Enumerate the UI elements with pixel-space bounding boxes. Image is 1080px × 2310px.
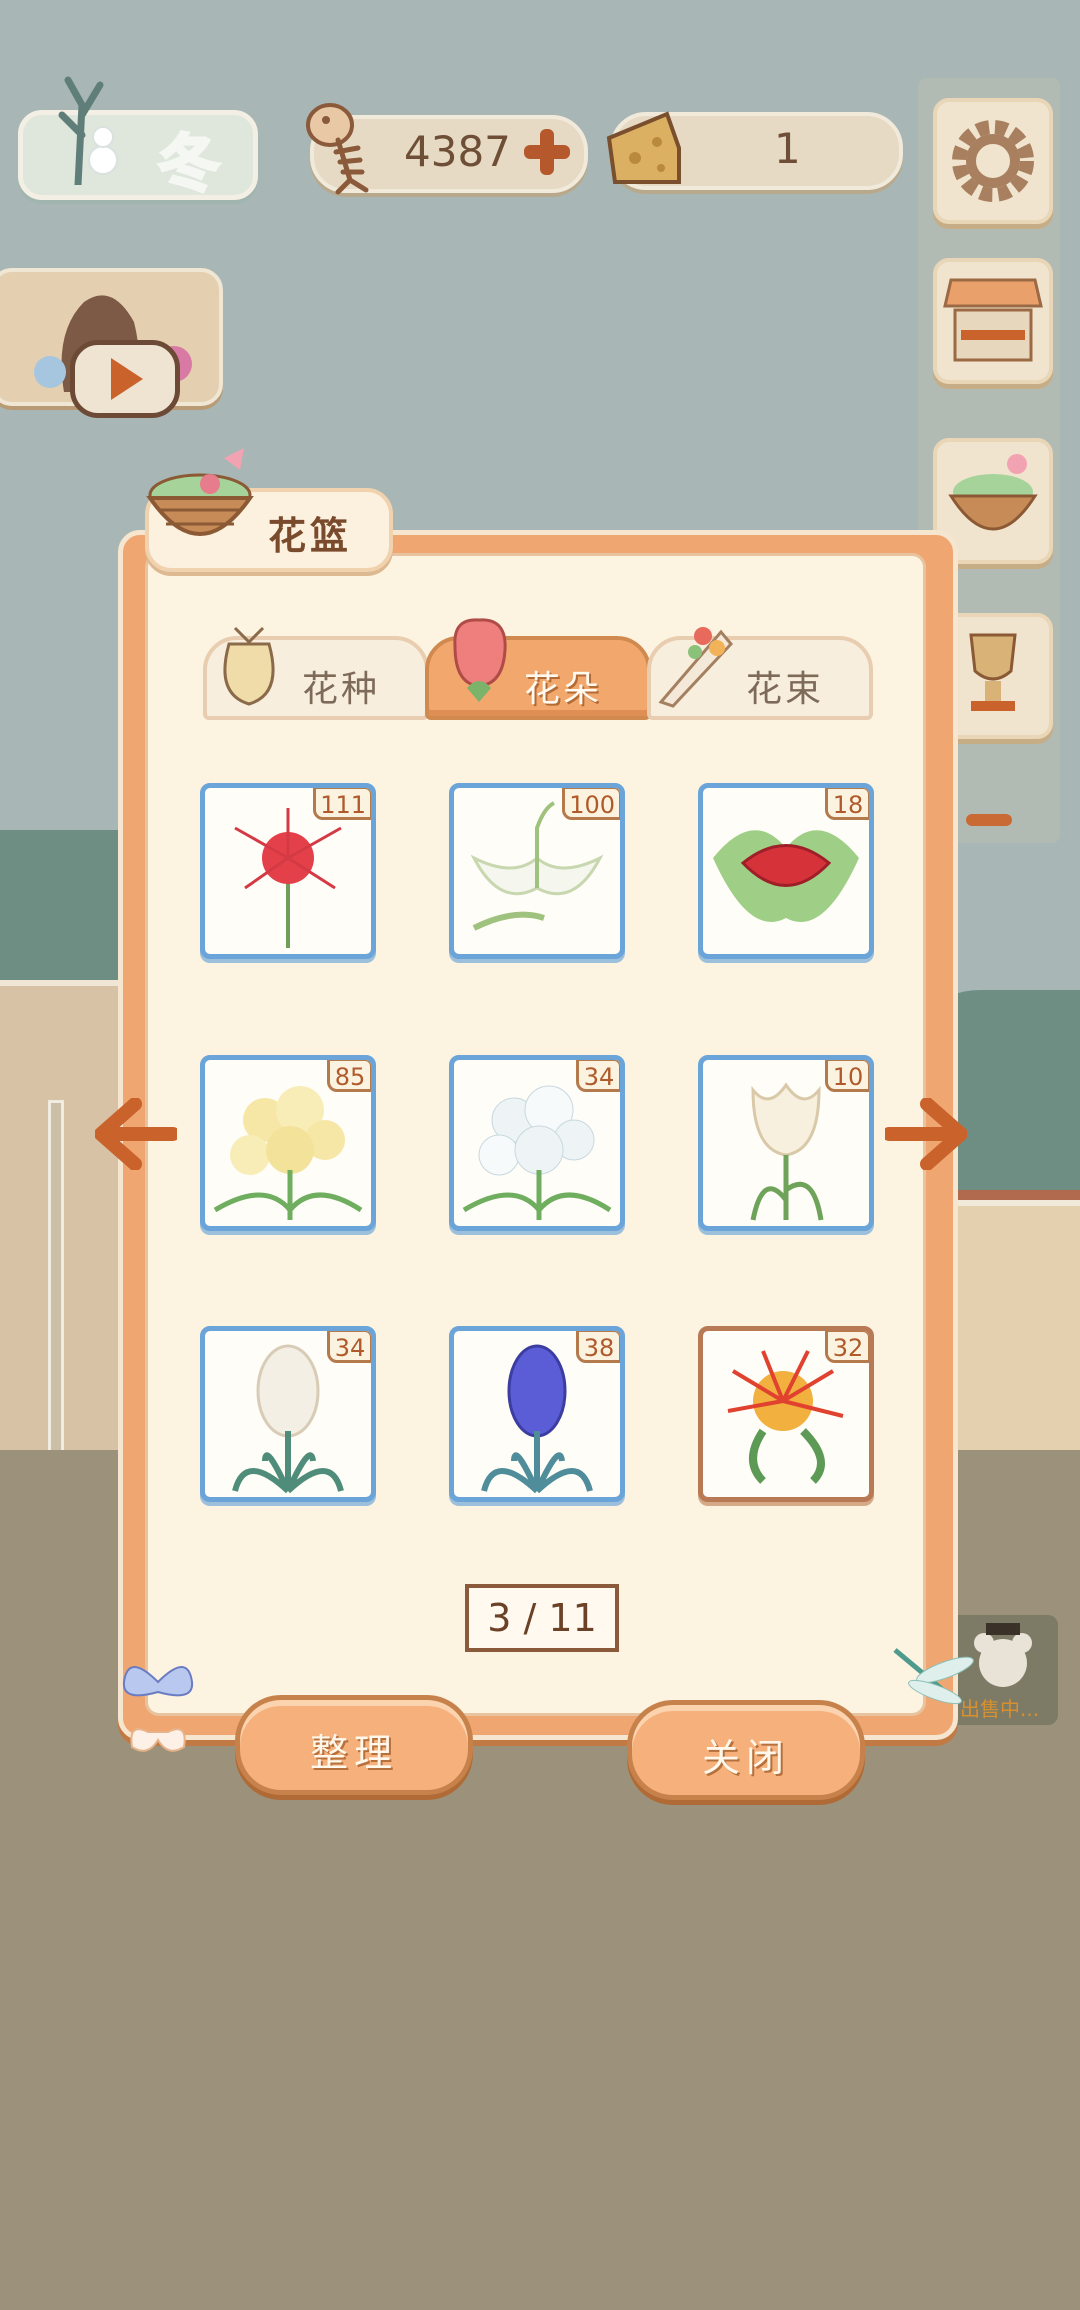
fish-count: 4387 <box>404 127 511 176</box>
item-count-badge: 100 <box>562 788 620 820</box>
item-count-badge: 38 <box>576 1331 620 1363</box>
flower-card[interactable]: 111 <box>200 783 376 959</box>
add-fish-button[interactable] <box>520 125 574 179</box>
settings-button[interactable] <box>933 98 1053 224</box>
item-count-badge: 10 <box>825 1060 869 1092</box>
butterfly-icon <box>122 1666 194 1752</box>
shop-button[interactable] <box>933 258 1053 384</box>
season-badge[interactable]: 冬 <box>18 65 258 202</box>
gear-icon <box>952 120 1034 202</box>
flower-card[interactable]: 38 <box>449 1326 625 1502</box>
right-house <box>940 1200 1080 1492</box>
flower-card[interactable]: 32 <box>698 1326 874 1502</box>
flower-card[interactable]: 34 <box>200 1326 376 1502</box>
lantern-pole <box>48 1100 64 1506</box>
dragonfly-icon <box>893 1648 974 1705</box>
item-count-badge: 111 <box>313 788 371 820</box>
sort-button-label: 整理 <box>309 1731 398 1775</box>
tab-seeds[interactable]: 花种 <box>203 626 429 720</box>
tab-flowers[interactable]: 花朵 <box>425 618 651 720</box>
flower-card[interactable]: 85 <box>200 1055 376 1231</box>
flower-card[interactable]: 10 <box>698 1055 874 1231</box>
snowy-tree-icon <box>58 76 118 185</box>
basket-icon <box>146 448 254 536</box>
item-count-badge: 85 <box>327 1060 371 1092</box>
tab-bouquets[interactable]: 花束 <box>647 627 873 720</box>
tab-flowers-label: 花朵 <box>524 669 603 710</box>
collapse-rail-button[interactable] <box>966 814 1012 826</box>
cheese-icon <box>606 111 681 184</box>
panel-title: 花篮 <box>268 514 353 558</box>
item-count-badge: 32 <box>825 1331 869 1363</box>
close-button[interactable]: 关闭 <box>627 1700 865 1800</box>
fish-bone-icon <box>306 103 369 195</box>
close-button-label: 关闭 <box>701 1736 790 1780</box>
season-label: 冬 <box>156 126 221 202</box>
cheese-count: 1 <box>774 124 801 173</box>
page-indicator: 3 / 11 <box>465 1584 619 1652</box>
tab-seeds-label: 花种 <box>302 669 381 710</box>
rose-icon <box>453 618 507 702</box>
play-video-button[interactable] <box>70 340 180 418</box>
flower-card[interactable]: 34 <box>449 1055 625 1231</box>
item-count-badge: 34 <box>576 1060 620 1092</box>
seed-bag-icon <box>223 626 275 706</box>
bouquet-icon <box>658 627 734 708</box>
previous-page-arrow[interactable] <box>95 1098 177 1170</box>
tab-bouquets-label: 花束 <box>746 669 825 710</box>
item-count-badge: 18 <box>825 788 869 820</box>
next-page-arrow[interactable] <box>885 1098 967 1170</box>
sort-button[interactable]: 整理 <box>235 1695 473 1795</box>
flower-card[interactable]: 100 <box>449 783 625 959</box>
item-count-badge: 34 <box>327 1331 371 1363</box>
flower-card[interactable]: 18 <box>698 783 874 959</box>
market-stall-icon <box>943 278 1043 362</box>
